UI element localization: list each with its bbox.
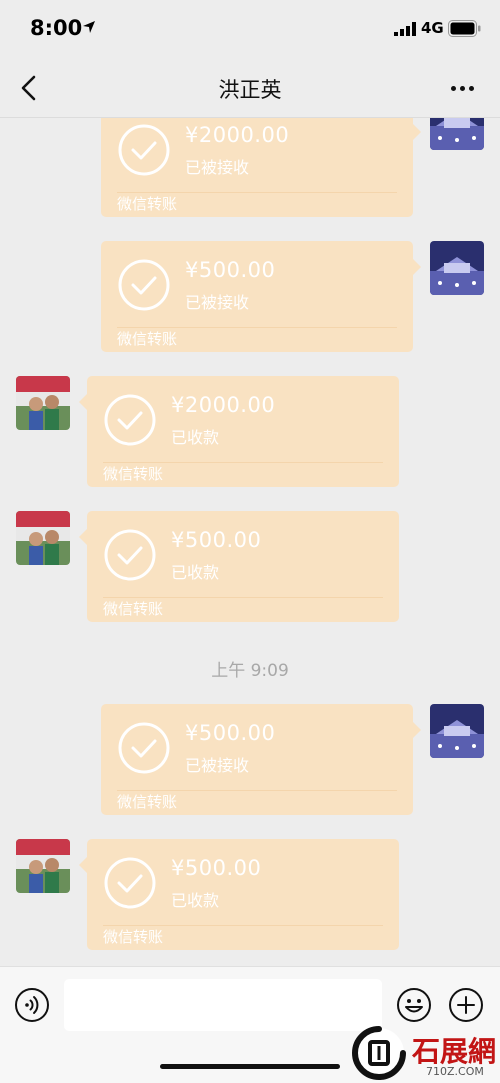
contact-avatar[interactable]	[16, 511, 70, 565]
location-arrow-icon	[83, 21, 95, 33]
message-row: ¥500.00 已被接收 微信转账	[0, 704, 500, 815]
nav-bar: 洪正英	[0, 58, 500, 118]
transfer-status: 已被接收	[185, 158, 250, 177]
transfer-bubble[interactable]: ¥2000.00 已被接收 微信转账	[101, 118, 421, 217]
status-bar: 8:00 4G	[0, 0, 500, 58]
transfer-amount: ¥500.00	[185, 721, 276, 745]
check-circle-icon	[104, 857, 156, 909]
watermark: 石展網 710Z.COM	[352, 1026, 498, 1080]
my-avatar[interactable]	[430, 118, 484, 150]
transfer-label: 微信转账	[103, 600, 164, 618]
transfer-bubble[interactable]: ¥500.00 已被接收 微信转账	[101, 704, 421, 815]
transfer-status: 已被接收	[185, 756, 250, 775]
transfer-bubble[interactable]: ¥500.00 已收款 微信转账	[79, 511, 399, 622]
watermark-sub: 710Z.COM	[426, 1065, 484, 1078]
check-circle-icon	[104, 394, 156, 446]
transfer-amount: ¥500.00	[171, 528, 262, 552]
transfer-status: 已被接收	[185, 293, 250, 312]
more-dot-icon	[468, 85, 474, 91]
transfer-bubble[interactable]: ¥2000.00 已收款 微信转账	[79, 376, 399, 487]
transfer-amount: ¥2000.00	[185, 123, 290, 147]
message-row: ¥500.00 已收款 微信转账	[0, 839, 500, 950]
chat-area[interactable]: ¥2000.00 已被接收 微信转账 ¥500.00 已被接收 微信转账 ¥20…	[0, 118, 500, 966]
transfer-label: 微信转账	[103, 928, 164, 946]
emoji-icon[interactable]	[396, 987, 432, 1023]
network-label: 4G	[421, 19, 444, 37]
message-row: ¥500.00 已收款 微信转账	[0, 511, 500, 622]
check-circle-icon	[118, 124, 170, 176]
chat-title: 洪正英	[218, 78, 282, 102]
transfer-status: 已收款	[171, 563, 220, 582]
contact-avatar[interactable]	[16, 839, 70, 893]
contact-avatar[interactable]	[16, 376, 70, 430]
transfer-status: 已收款	[171, 891, 220, 910]
message-row: ¥500.00 已被接收 微信转账	[0, 241, 500, 352]
transfer-label: 微信转账	[117, 793, 178, 811]
message-row: ¥2000.00 已被接收 微信转账	[0, 118, 500, 217]
home-indicator	[160, 1064, 340, 1069]
transfer-label: 微信转账	[117, 330, 178, 348]
watermark-logo-icon	[352, 1026, 406, 1080]
plus-icon[interactable]	[448, 987, 484, 1023]
transfer-amount: ¥500.00	[185, 258, 276, 282]
watermark-text: 石展網	[412, 1035, 497, 1068]
transfer-bubble[interactable]: ¥500.00 已收款 微信转账	[79, 839, 399, 950]
my-avatar[interactable]	[430, 241, 484, 295]
chat-timestamp: 上午 9:09	[211, 661, 289, 681]
voice-icon[interactable]	[14, 987, 50, 1023]
transfer-bubble[interactable]: ¥500.00 已被接收 微信转账	[101, 241, 421, 352]
more-options-button[interactable]	[440, 70, 484, 106]
message-input[interactable]	[64, 979, 382, 1031]
status-time: 8:00	[30, 16, 83, 40]
message-row: ¥2000.00 已收款 微信转账	[0, 376, 500, 487]
check-circle-icon	[118, 259, 170, 311]
check-circle-icon	[118, 722, 170, 774]
signal-icon	[394, 22, 416, 36]
transfer-label: 微信转账	[117, 195, 178, 213]
more-dot-icon	[459, 85, 465, 91]
battery-icon	[448, 20, 481, 37]
transfer-amount: ¥500.00	[171, 856, 262, 880]
transfer-amount: ¥2000.00	[171, 393, 276, 417]
more-dot-icon	[450, 85, 456, 91]
my-avatar[interactable]	[430, 704, 484, 758]
check-circle-icon	[104, 529, 156, 581]
transfer-status: 已收款	[171, 428, 220, 447]
transfer-label: 微信转账	[103, 465, 164, 483]
